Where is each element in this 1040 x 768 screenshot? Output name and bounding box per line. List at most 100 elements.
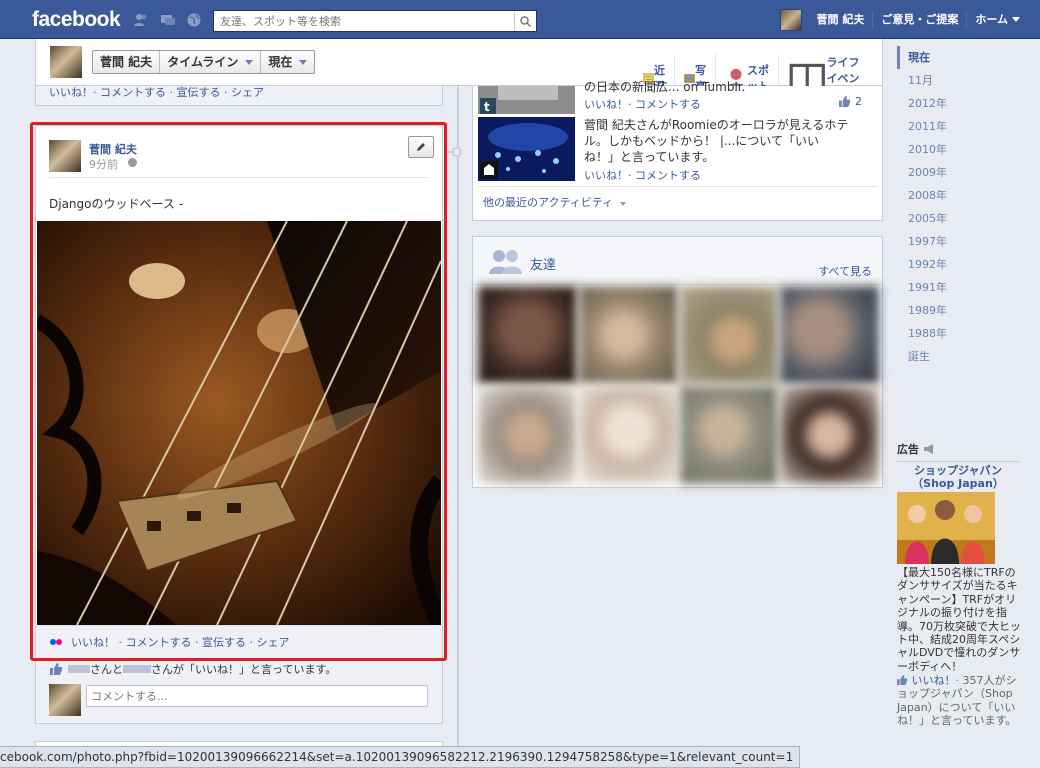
blurred-name[interactable]	[123, 663, 151, 675]
like-thumb-icon	[839, 96, 851, 107]
activity-actions-roomie[interactable]: いいね！· コメントする	[584, 167, 701, 183]
likes-tail: さんが「いいね！」と言っています。	[151, 663, 337, 676]
friend-photo[interactable]	[780, 286, 879, 384]
ad-title-line2: （Shop Japan）	[912, 477, 1004, 490]
friends-title[interactable]: 友達	[530, 254, 556, 273]
activity-item-roomie[interactable]: 菅間 紀夫さんがRoomieのオーロラが見えるホテ ル。しかもベッドから！ |.…	[478, 117, 878, 183]
activity-like-count[interactable]: 2	[839, 95, 862, 108]
year-link-2009[interactable]: 2009年	[897, 161, 1017, 184]
ad-body-text: 【最大150名様にTRFのダンササイズが当たるキャンペーン】TRFがオリジナルの…	[897, 566, 1021, 673]
year-link-1997[interactable]: 1997年	[897, 230, 1017, 253]
ad-dancers-image	[897, 492, 995, 564]
now-dropdown[interactable]: 現在	[261, 51, 314, 73]
divider	[478, 186, 878, 187]
year-link-1988[interactable]: 1988年	[897, 322, 1017, 345]
activity-actions-tumblr[interactable]: いいね！· コメントする	[584, 96, 701, 112]
home-link[interactable]: ホーム	[967, 12, 1040, 28]
edit-post-button[interactable]	[408, 136, 434, 158]
year-link-2012[interactable]: 2012年	[897, 92, 1017, 115]
year-link-2011[interactable]: 2011年	[897, 115, 1017, 138]
post-author-name[interactable]: 菅間 紀夫	[89, 141, 137, 157]
search-box	[213, 10, 537, 32]
year-link-2010[interactable]: 2010年	[897, 138, 1017, 161]
aurora-hotel-thumbnail	[478, 117, 575, 181]
friends-header: 友達 すべて見る	[473, 237, 882, 285]
post-timestamp[interactable]: 9分前	[89, 156, 118, 172]
ads-label: 広告	[897, 443, 919, 456]
user-avatar[interactable]	[780, 8, 803, 31]
year-link-1989[interactable]: 1989年	[897, 299, 1017, 322]
activity-text-roomie-line2: ル。しかもベッドから！ |...について「いい	[584, 134, 819, 148]
friends-icon	[489, 250, 522, 274]
friend-photo[interactable]	[578, 286, 678, 384]
friend-photo[interactable]	[679, 386, 779, 484]
profile-link[interactable]: 菅間 紀夫	[808, 11, 874, 28]
commenter-avatar	[49, 684, 81, 716]
public-globe-icon[interactable]	[128, 158, 137, 167]
top-right-nav: 菅間 紀夫 ご意見・ご提案 ホーム	[780, 0, 1040, 39]
more-activity-link[interactable]: 他の最近のアクティビティ	[483, 194, 626, 210]
activity-text-roomie-line1: 菅間 紀夫さんがRoomieのオーロラが見えるホテ	[584, 118, 849, 132]
feedback-link[interactable]: ご意見・ご提案	[873, 11, 968, 28]
post-caption: Djangoのウッドベース -	[49, 197, 184, 211]
year-link-1991[interactable]: 1991年	[897, 276, 1017, 299]
blurred-name[interactable]	[68, 663, 90, 675]
friend-photo[interactable]	[679, 286, 779, 384]
ad-image[interactable]	[897, 492, 995, 564]
facebook-logo[interactable]: facebook	[32, 8, 121, 32]
year-link-2005[interactable]: 2005年	[897, 207, 1017, 230]
timeline-dropdown[interactable]: タイムライン	[160, 51, 262, 73]
timeline-spine	[457, 86, 459, 768]
top-bar: facebook 菅間 紀夫 ご意見・ご提案 ホーム	[0, 0, 1040, 39]
friend-photo[interactable]	[478, 386, 577, 484]
activity-item-tumblr[interactable]: t の日本の新聞広... on Tumblr. いいね！· コメントする 2	[478, 80, 878, 114]
timeline-year-nav: 現在 11月 2012年 2011年 2010年 2009年 2008年 200…	[897, 46, 1017, 368]
post-photo-double-bass[interactable]	[37, 221, 441, 625]
browser-status-url: cebook.com/photo.php?fbid=10200139096662…	[0, 746, 801, 768]
now-label: 現在	[268, 55, 293, 69]
pencil-icon	[417, 143, 425, 151]
like-count-value: 2	[855, 95, 862, 108]
year-link-2008[interactable]: 2008年	[897, 184, 1017, 207]
year-link-1992[interactable]: 1992年	[897, 253, 1017, 276]
search-button[interactable]	[514, 11, 536, 31]
profile-name-button[interactable]: 菅間 紀夫	[93, 51, 161, 73]
year-link-nov[interactable]: 11月	[897, 69, 1017, 92]
likes-summary: さんと さんが「いいね！」と言っています。	[50, 661, 336, 677]
post-feedback: さんと さんが「いいね！」と言っています。	[35, 659, 443, 724]
ad-social-context: いいね！· 357人がショップジャパン（Shop Japan）について「いいね！…	[897, 674, 1022, 728]
like-thumb-icon	[50, 663, 62, 675]
post-actions-links[interactable]: いいね！ · コメントする · 宣伝する · シェア	[71, 634, 289, 650]
post-author-avatar[interactable]	[49, 140, 81, 172]
ads-header: 広告	[897, 441, 1019, 462]
previous-post-actions[interactable]: いいね！· コメントする · 宣伝する · シェア	[49, 84, 264, 100]
post-action-bar: いいね！ · コメントする · 宣伝する · シェア	[36, 625, 442, 658]
profile-thumbnail[interactable]	[50, 46, 82, 78]
activity-text-tumblr: の日本の新聞広... on Tumblr.	[584, 80, 746, 94]
friend-requests-icon[interactable]	[133, 12, 149, 28]
search-icon	[520, 15, 531, 27]
search-input[interactable]	[214, 11, 514, 31]
timeline-dot[interactable]	[452, 147, 462, 157]
chevron-down-icon	[619, 202, 626, 206]
account-menu-arrow-icon[interactable]	[1012, 17, 1020, 22]
friend-photo[interactable]	[578, 386, 678, 484]
friend-photo[interactable]	[780, 386, 879, 484]
double-bass-photo-image	[37, 221, 441, 625]
tumblr-thumbnail: t	[478, 86, 575, 114]
comment-input[interactable]	[86, 685, 428, 707]
year-link-now[interactable]: 現在	[897, 46, 1017, 69]
megaphone-icon[interactable]	[923, 444, 935, 454]
year-link-birth[interactable]: 誕生	[897, 345, 1017, 368]
ad-like-button[interactable]: いいね！	[912, 674, 956, 687]
chevron-down-icon	[299, 59, 308, 65]
friends-card: 友達 すべて見る	[472, 236, 883, 488]
see-all-friends-link[interactable]: すべて見る	[818, 263, 872, 279]
notifications-globe-icon[interactable]	[186, 12, 202, 28]
ad-title[interactable]: ショップジャパン （Shop Japan）	[897, 464, 1019, 490]
likes-connector: さんと	[90, 663, 123, 676]
messages-icon[interactable]	[160, 12, 176, 28]
timeline-header-bar: 菅間 紀夫 タイムライン 現在 近況 写真 スポット ライフイベント	[35, 39, 883, 102]
divider	[49, 177, 429, 178]
friend-photo[interactable]	[478, 286, 577, 384]
